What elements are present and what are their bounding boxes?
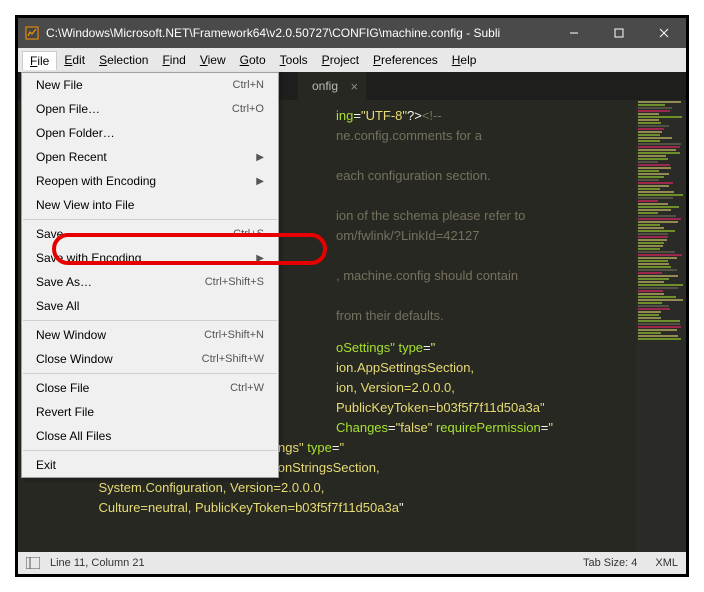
menu-tools[interactable]: Tools bbox=[273, 51, 315, 69]
tab-file[interactable]: onfig × bbox=[298, 72, 366, 100]
menu-separator bbox=[23, 219, 277, 220]
chevron-right-icon: ▶ bbox=[256, 152, 264, 163]
menu-item-exit[interactable]: Exit bbox=[22, 453, 278, 477]
chevron-right-icon: ▶ bbox=[256, 253, 264, 264]
status-language[interactable]: XML bbox=[655, 557, 678, 569]
menu-item-save-as-[interactable]: Save As…Ctrl+Shift+S bbox=[22, 270, 278, 294]
menu-find[interactable]: Find bbox=[155, 51, 192, 69]
menu-selection[interactable]: Selection bbox=[92, 51, 155, 69]
menu-item-save-with-encoding[interactable]: Save with Encoding▶ bbox=[22, 246, 278, 270]
menu-separator bbox=[23, 320, 277, 321]
menu-view[interactable]: View bbox=[193, 51, 233, 69]
menu-file[interactable]: File bbox=[22, 51, 57, 70]
menu-item-new-view-into-file[interactable]: New View into File bbox=[22, 193, 278, 217]
menu-item-close-window[interactable]: Close WindowCtrl+Shift+W bbox=[22, 347, 278, 371]
menu-item-close-file[interactable]: Close FileCtrl+W bbox=[22, 376, 278, 400]
chevron-right-icon: ▶ bbox=[256, 176, 264, 187]
window-title: C:\Windows\Microsoft.NET\Framework64\v2.… bbox=[46, 26, 551, 40]
tab-close-icon[interactable]: × bbox=[350, 79, 358, 94]
maximize-button[interactable] bbox=[596, 18, 641, 48]
minimap[interactable] bbox=[636, 100, 686, 552]
menu-item-open-file-[interactable]: Open File…Ctrl+O bbox=[22, 97, 278, 121]
menu-item-reopen-with-encoding[interactable]: Reopen with Encoding▶ bbox=[22, 169, 278, 193]
menu-help[interactable]: Help bbox=[445, 51, 484, 69]
minimize-button[interactable] bbox=[551, 18, 596, 48]
titlebar: C:\Windows\Microsoft.NET\Framework64\v2.… bbox=[18, 18, 686, 48]
menu-goto[interactable]: Goto bbox=[233, 51, 273, 69]
menu-item-new-file[interactable]: New FileCtrl+N bbox=[22, 73, 278, 97]
menu-item-new-window[interactable]: New WindowCtrl+Shift+N bbox=[22, 323, 278, 347]
menu-item-save-all[interactable]: Save All bbox=[22, 294, 278, 318]
menu-preferences[interactable]: Preferences bbox=[366, 51, 445, 69]
menu-project[interactable]: Project bbox=[315, 51, 366, 69]
status-bar: Line 11, Column 21 Tab Size: 4 XML bbox=[18, 552, 686, 574]
menu-item-open-folder-[interactable]: Open Folder… bbox=[22, 121, 278, 145]
file-menu-dropdown: New FileCtrl+NOpen File…Ctrl+OOpen Folde… bbox=[21, 72, 279, 478]
app-window: C:\Windows\Microsoft.NET\Framework64\v2.… bbox=[15, 15, 689, 577]
menu-item-revert-file[interactable]: Revert File bbox=[22, 400, 278, 424]
menu-item-save[interactable]: SaveCtrl+S bbox=[22, 222, 278, 246]
menu-separator bbox=[23, 373, 277, 374]
menu-separator bbox=[23, 450, 277, 451]
panel-icon[interactable] bbox=[26, 557, 40, 569]
menu-item-close-all-files[interactable]: Close All Files bbox=[22, 424, 278, 448]
menubar: FileEditSelectionFindViewGotoToolsProjec… bbox=[18, 48, 686, 72]
status-tabsize[interactable]: Tab Size: 4 bbox=[583, 557, 637, 569]
menu-item-open-recent[interactable]: Open Recent▶ bbox=[22, 145, 278, 169]
close-button[interactable] bbox=[641, 18, 686, 48]
app-icon bbox=[18, 26, 46, 40]
menu-edit[interactable]: Edit bbox=[57, 51, 92, 69]
status-position[interactable]: Line 11, Column 21 bbox=[50, 557, 145, 569]
tab-label: onfig bbox=[312, 79, 338, 93]
